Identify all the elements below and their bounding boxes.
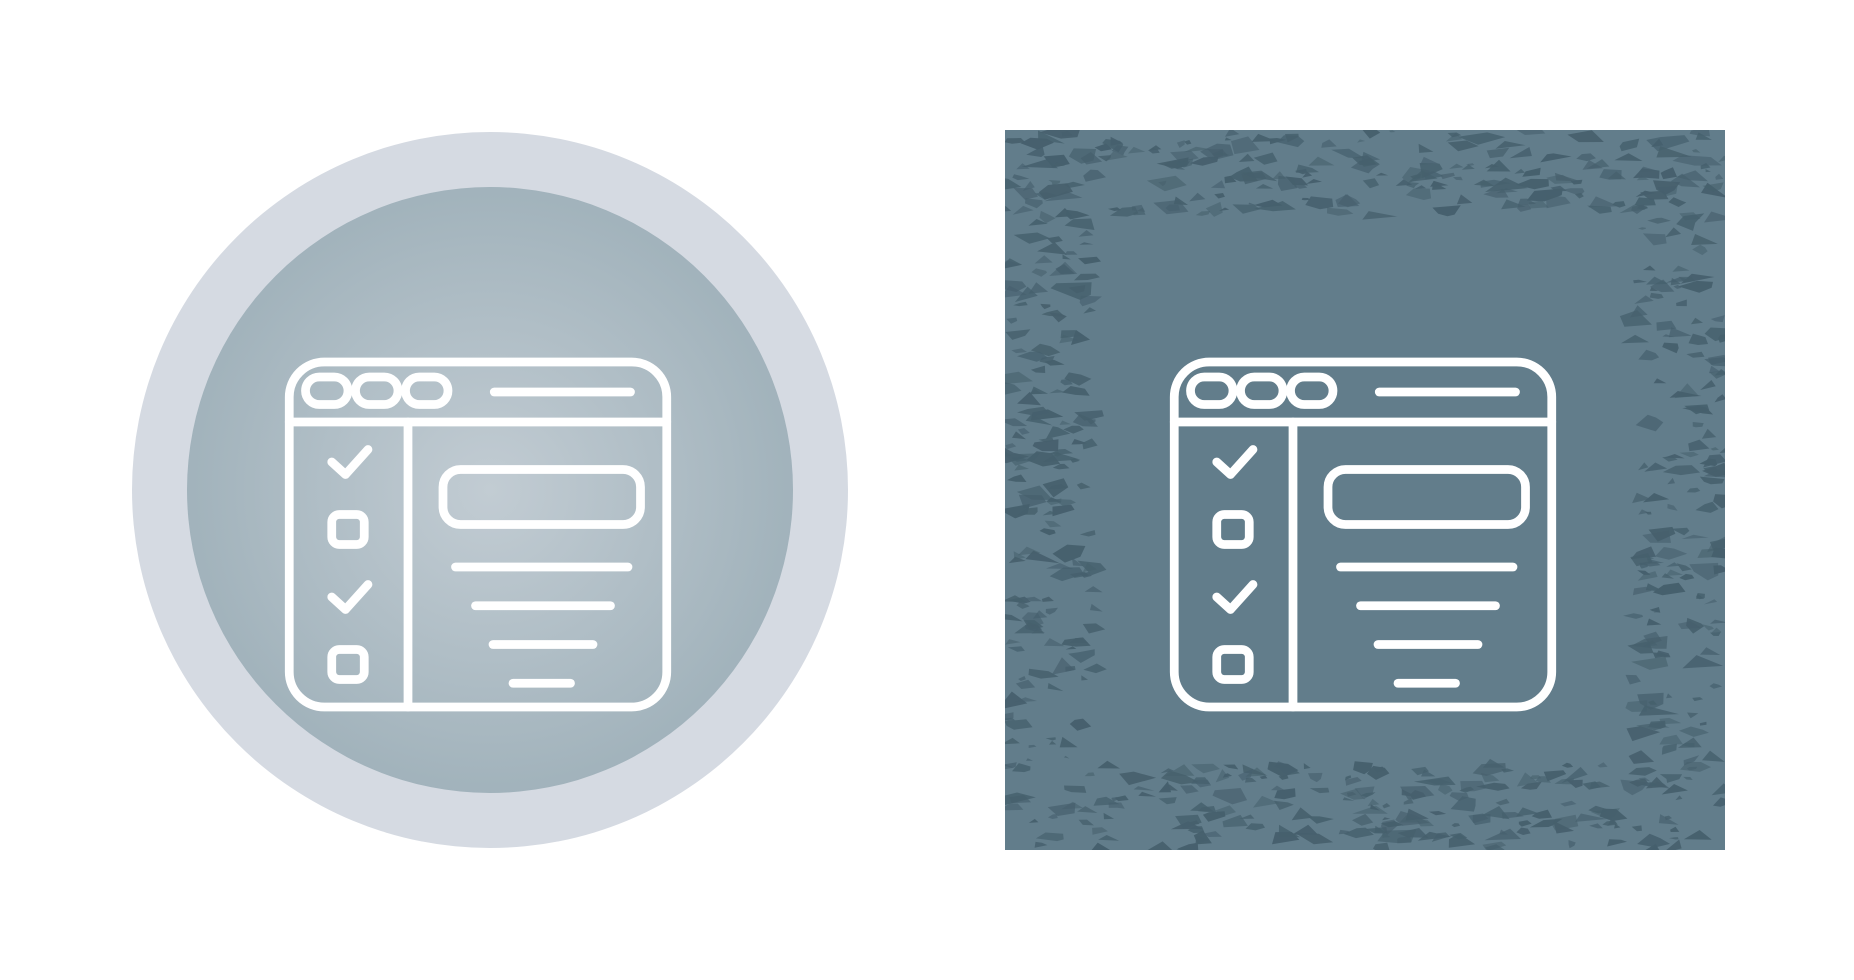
grunge-square-tile — [1005, 130, 1725, 850]
square-background — [1005, 130, 1725, 850]
circle-badge — [132, 132, 848, 848]
inner-disc — [187, 187, 793, 793]
grunge-square — [1005, 130, 1725, 850]
circle-badge-tile — [130, 130, 850, 850]
